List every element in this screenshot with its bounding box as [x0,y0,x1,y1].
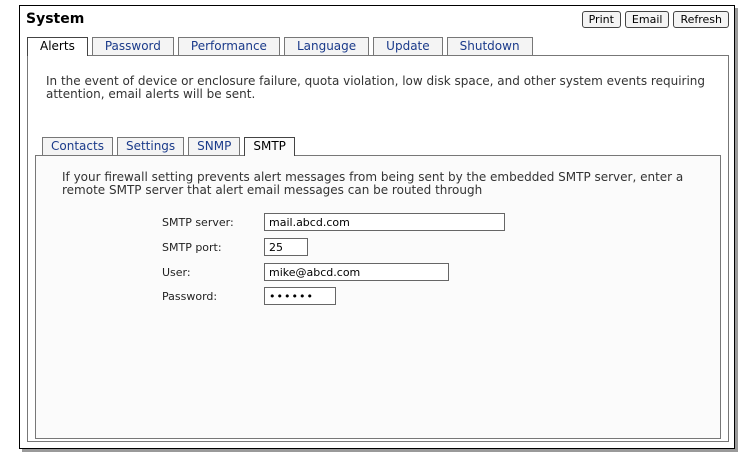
user-label: User: [162,266,191,279]
tab-settings[interactable]: Settings [116,137,185,155]
refresh-button[interactable]: Refresh [673,11,729,28]
smtp-port-input[interactable] [264,238,308,256]
tab-update[interactable]: Update [373,37,443,55]
system-window: System Print Email Refresh Alerts Passwo… [19,5,735,449]
tab-alerts[interactable]: Alerts [27,37,88,56]
email-button[interactable]: Email [624,11,670,28]
alert-sub-tabs: Contacts Settings SNMP SMTP [42,137,299,156]
smtp-port-label: SMTP port: [162,241,222,254]
system-tabs: Alerts Password Performance Language Upd… [27,37,537,56]
password-input[interactable] [264,287,336,305]
tab-smtp[interactable]: SMTP [244,137,295,156]
tab-language[interactable]: Language [283,37,370,55]
page-title: System [26,11,85,27]
tab-shutdown[interactable]: Shutdown [446,37,533,55]
smtp-description: If your firewall setting prevents alert … [62,170,684,197]
tab-password[interactable]: Password [91,37,174,55]
tab-performance[interactable]: Performance [177,37,280,55]
alerts-panel: In the event of device or enclosure fail… [27,55,729,442]
user-input[interactable] [264,263,449,281]
smtp-server-input[interactable] [264,213,505,231]
smtp-server-label: SMTP server: [162,216,234,229]
tab-snmp[interactable]: SNMP [188,137,241,155]
alerts-intro-text: In the event of device or enclosure fail… [46,74,706,101]
smtp-panel: If your firewall setting prevents alert … [35,155,721,439]
tab-contacts[interactable]: Contacts [42,137,113,155]
header-actions: Print Email Refresh [581,11,729,28]
password-label: Password: [162,290,218,303]
print-button[interactable]: Print [581,11,621,28]
